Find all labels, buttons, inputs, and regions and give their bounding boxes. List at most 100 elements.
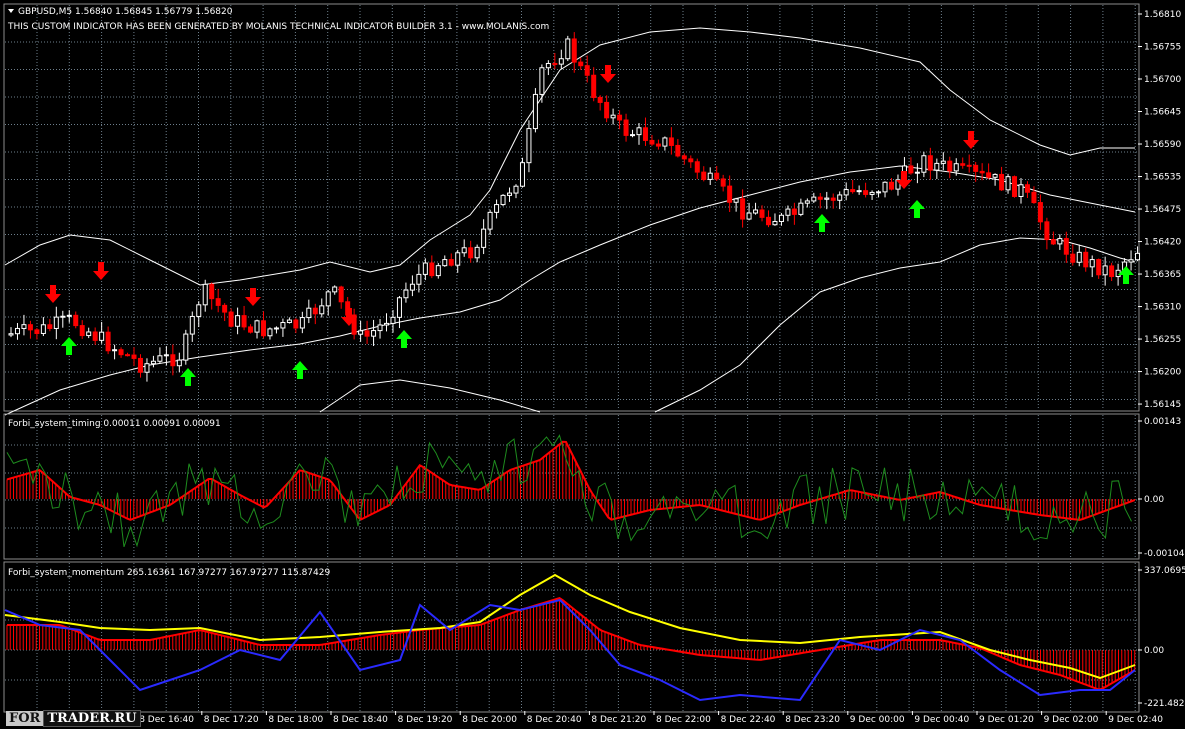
candle-body <box>118 349 124 356</box>
timing-panel[interactable]: Forbi_system_timing 0.00011 0.00091 0.00… <box>3 413 1185 560</box>
candle-body <box>1102 265 1108 276</box>
main-price-panel[interactable]: GBPUSD,M5 1.56840 1.56845 1.56779 1.5682… <box>3 3 1181 416</box>
price-label: 1.56255 <box>1144 335 1181 345</box>
time-label: 8 Dec 18:40 <box>333 715 388 725</box>
candle-body <box>40 324 46 334</box>
candle-body <box>746 212 752 220</box>
candle-body <box>429 262 435 277</box>
time-label: 8 Dec 21:20 <box>591 715 646 725</box>
candle-body <box>144 363 150 373</box>
candle-body <box>358 330 364 335</box>
scale-label: 0.00 <box>1144 495 1164 505</box>
collapse-triangle-icon[interactable] <box>8 9 14 13</box>
candle-body <box>125 354 131 357</box>
candle-body <box>714 172 720 180</box>
candle-body <box>235 315 241 327</box>
timing-signal-line <box>6 440 1136 521</box>
candle-body <box>869 191 875 195</box>
candle-body <box>27 324 33 331</box>
candle-body <box>86 331 92 337</box>
candle-body <box>112 349 118 352</box>
candle-body <box>325 291 331 307</box>
candle-body <box>539 67 545 95</box>
candle-body <box>1128 259 1134 263</box>
candle-body <box>312 307 318 315</box>
candle-body <box>1083 251 1089 268</box>
candle-body <box>319 305 325 315</box>
candle-body <box>248 326 254 333</box>
candle-body <box>34 329 40 334</box>
candle-body <box>759 209 765 218</box>
candle-body <box>494 204 500 213</box>
candle-body <box>830 197 836 201</box>
time-label: 8 Dec 22:00 <box>656 715 711 725</box>
candle-body <box>681 155 687 160</box>
candle-body <box>791 208 797 215</box>
candle-body <box>474 246 480 259</box>
candle-body <box>228 311 234 327</box>
candle-body <box>565 38 571 60</box>
candle-body <box>507 192 513 196</box>
momentum-panel[interactable]: Forbi_system_momentum 265.16361 167.9727… <box>3 561 1185 713</box>
candle-body <box>966 164 972 167</box>
candle-body <box>863 190 869 195</box>
candle-body <box>1057 238 1063 245</box>
up-arrow-icon <box>180 368 196 386</box>
time-label: 8 Dec 20:00 <box>462 715 517 725</box>
candle-body <box>222 304 228 313</box>
candle-body <box>914 171 920 174</box>
candle-body <box>999 173 1005 191</box>
candle-body <box>927 155 933 171</box>
candle-body <box>1076 251 1082 263</box>
candle-body <box>189 315 195 335</box>
trading-chart[interactable]: GBPUSD,M5 1.56840 1.56845 1.56779 1.5682… <box>0 0 1185 729</box>
up-arrow-icon <box>814 214 830 232</box>
candle-body <box>856 190 862 193</box>
candle-body <box>183 333 189 361</box>
candle-body <box>422 262 428 275</box>
candle-body <box>610 114 616 119</box>
time-label: 9 Dec 02:00 <box>1044 715 1099 725</box>
candle-body <box>202 283 208 306</box>
candle-body <box>1044 221 1050 241</box>
candle-body <box>662 137 668 147</box>
down-arrow-icon <box>45 285 61 303</box>
candle-body <box>299 317 305 329</box>
candle-body <box>733 198 739 203</box>
candle-body <box>176 359 182 367</box>
candle-body <box>532 93 538 130</box>
candle-body <box>99 331 105 341</box>
candle-body <box>332 286 338 293</box>
candle-body <box>371 330 377 337</box>
candle-body <box>338 286 344 303</box>
candle-body <box>157 355 163 362</box>
time-label: 8 Dec 16:40 <box>139 715 194 725</box>
candle-body <box>66 314 72 317</box>
candle-body <box>519 162 525 187</box>
candle-body <box>811 196 817 202</box>
down-arrow-icon <box>245 288 261 306</box>
signal-arrows <box>45 65 1134 386</box>
candle-body <box>1089 259 1095 268</box>
upper-band <box>4 27 1135 286</box>
candle-body <box>675 144 681 157</box>
scale-label: -0.00104 <box>1144 549 1185 559</box>
candle-body <box>306 307 312 319</box>
candle-body <box>500 194 506 206</box>
price-label: 1.56310 <box>1144 303 1181 313</box>
candle-body <box>584 65 590 76</box>
fortrader-watermark: FOR TRADER.RU <box>6 710 141 727</box>
candle-body <box>273 327 279 330</box>
candle-body <box>60 315 66 318</box>
candle-body <box>487 211 493 230</box>
price-label: 1.56535 <box>1144 173 1181 183</box>
candle-body <box>163 354 169 357</box>
price-label: 1.56475 <box>1144 205 1181 215</box>
candle-body <box>170 354 176 367</box>
candle-body <box>1096 259 1102 276</box>
candle-body <box>649 139 655 145</box>
candle-body <box>940 160 946 164</box>
candle-body <box>1109 265 1115 278</box>
candle-body <box>617 114 623 121</box>
candle-body <box>1070 253 1076 263</box>
